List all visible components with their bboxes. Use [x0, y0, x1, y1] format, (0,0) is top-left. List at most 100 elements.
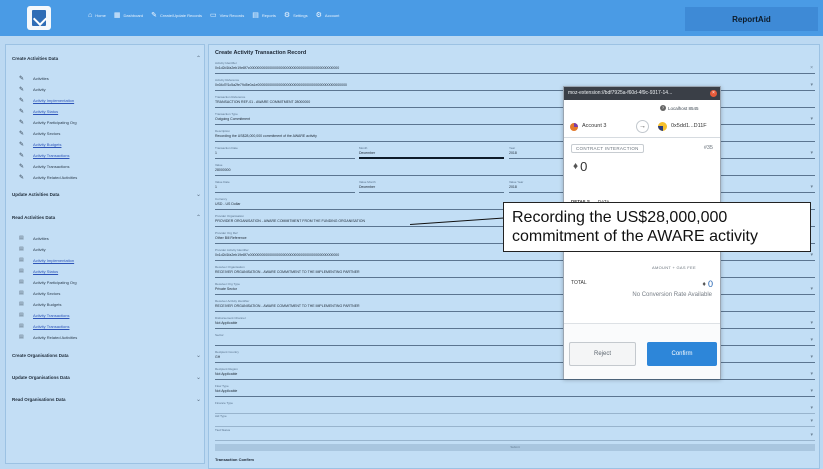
sidebar-item-read-status[interactable]: ▤ Activity Status	[19, 268, 58, 274]
receiver-type-field[interactable]: Receiver Org Type Private Sector ▾	[215, 282, 815, 295]
submit-progress[interactable]: Submit	[215, 444, 815, 451]
chevron-down-icon[interactable]: ▾	[810, 286, 813, 292]
reportaid-button[interactable]: ReportAid	[685, 7, 818, 31]
reports-icon: ▤	[252, 12, 259, 19]
transaction-date-field[interactable]: Transaction Date 1	[215, 146, 355, 159]
tied-status-field[interactable]: Tied Status ▾	[215, 428, 815, 441]
chevron-down-icon[interactable]: ⌄	[196, 396, 201, 403]
chevron-down-icon[interactable]: ▾	[810, 252, 813, 258]
list-icon: ▤	[19, 301, 24, 307]
from-account[interactable]: Account 3	[582, 123, 606, 129]
chevron-down-icon[interactable]: ▾	[810, 405, 813, 411]
nav-item-account[interactable]: ⚙ Account	[316, 11, 340, 19]
chevron-up-icon[interactable]: ⌃	[196, 214, 201, 221]
contract-interaction-row: CONTRACT INTERACTION #35	[571, 144, 713, 155]
sidebar-item-create-sectors[interactable]: ✎ Activity Sectors	[19, 130, 60, 137]
value-month-field[interactable]: Value Month December	[359, 180, 504, 193]
reject-button[interactable]: Reject	[569, 342, 636, 366]
value-date-field[interactable]: Value Date 1	[215, 180, 355, 193]
pencil-icon: ✎	[19, 175, 25, 181]
recipient-country-field[interactable]: Recipient Country GH ▾	[215, 350, 815, 363]
disbursement-field[interactable]: Disbursement Channel Not Applicable ▾	[215, 316, 815, 329]
clear-icon[interactable]: ×	[810, 65, 813, 71]
chevron-down-icon[interactable]: ▾	[810, 337, 813, 343]
confirm-button[interactable]: Confirm	[647, 342, 717, 366]
sidebar-section-create-activities[interactable]: Create Activities Data	[12, 56, 58, 61]
chevron-down-icon[interactable]: ▾	[810, 432, 813, 438]
pencil-icon: ✎	[19, 164, 25, 170]
sidebar-item-create-transactions[interactable]: ✎ Activity Transactions	[19, 152, 69, 159]
sector-field[interactable]: Sector ▾	[215, 333, 815, 346]
sidebar-item-create-activities[interactable]: ✎ Activities	[19, 75, 49, 82]
annotation-line-1: Recording the US$28,000,000	[512, 209, 728, 226]
nav-item-view[interactable]: ▭ View Records	[210, 11, 244, 19]
sidebar-section-update-activities[interactable]: Update Activities Data	[12, 192, 59, 197]
sidebar-item-read-transactions[interactable]: ▤ Activity Transactions	[19, 312, 69, 318]
popup-footer: Reject Confirm	[564, 323, 720, 379]
list-icon: ▤	[19, 290, 24, 296]
pencil-icon: ✎	[19, 153, 25, 159]
chevron-down-icon[interactable]: ▾	[810, 116, 813, 122]
nav-item-settings[interactable]: ⚙ Settings	[284, 11, 308, 19]
sidebar-item-read-participating-org[interactable]: ▤ Activity Participating Org	[19, 279, 77, 285]
list-icon: ▤	[19, 246, 24, 252]
list-icon: ▤	[19, 257, 24, 263]
identifier-field[interactable]: Activity Identifier 0x1d2d1fa2eb19e8f7c0…	[215, 61, 815, 74]
chevron-down-icon[interactable]: ⌄	[196, 352, 201, 359]
transaction-type-field[interactable]: Transaction Type Outgoing Commitment ▾	[215, 112, 815, 125]
flow-type-field[interactable]: Flow Type Not Applicable ▾	[215, 384, 815, 397]
chevron-down-icon[interactable]: ▾	[810, 82, 813, 88]
list-icon: ▤	[19, 334, 24, 340]
value-field[interactable]: Value 28000000	[215, 163, 815, 176]
description-field[interactable]: Description Recording the US$28,000,000 …	[215, 129, 815, 142]
sidebar-item-create-budgets[interactable]: ✎ Activity Budgets	[19, 141, 61, 148]
sidebar-item-create-implementation[interactable]: ✎ Activity Implementation	[19, 97, 74, 104]
chevron-down-icon[interactable]: ▾	[810, 371, 813, 377]
list-icon: ▤	[19, 268, 24, 274]
chevron-up-icon[interactable]: ⌃	[196, 55, 201, 62]
chevron-down-icon[interactable]: ▾	[810, 418, 813, 424]
pencil-icon: ✎	[19, 120, 25, 126]
sidebar-item-read-activity[interactable]: ▤ Activity	[19, 246, 46, 252]
chevron-down-icon[interactable]: ⌄	[196, 191, 201, 198]
to-contract[interactable]: 0x5dd1...D11F	[671, 123, 707, 129]
sidebar-item-read-related[interactable]: ▤ Activity Related Activities	[19, 334, 77, 340]
sidebar-item-read-activities[interactable]: ▤ Activities	[19, 235, 49, 241]
sidebar-section-read-orgs[interactable]: Read Organisations Data	[12, 397, 66, 402]
network-indicator[interactable]: ? Localhost 8545	[660, 105, 699, 111]
recipient-region-field[interactable]: Recipient Region Not Applicable ▾	[215, 367, 815, 380]
chevron-down-icon[interactable]: ⌄	[196, 374, 201, 381]
sidebar-item-read-budgets[interactable]: ▤ Activity Budgets	[19, 301, 61, 307]
chevron-down-icon[interactable]: ▾	[810, 320, 813, 326]
finance-type-field[interactable]: Finance Type ▾	[215, 401, 815, 414]
sidebar-section-update-orgs[interactable]: Update Organisations Data	[12, 375, 70, 380]
receiver-activity-field[interactable]: Receiver Activity Identifier RECEIVER OR…	[215, 299, 815, 312]
receiver-org-field[interactable]: Receiver Organisation RECEIVER ORGANISAT…	[215, 265, 815, 278]
chevron-down-icon[interactable]: ▾	[810, 150, 813, 156]
reference-field[interactable]: Transaction Reference TRANSACTION REF-01…	[215, 95, 815, 108]
sidebar-item-create-transactions-2[interactable]: ✎ Activity Transactions	[19, 163, 69, 170]
sidebar-item-create-participating-org[interactable]: ✎ Activity Participating Org	[19, 119, 77, 126]
sidebar-item-create-related[interactable]: ✎ Activity Related Activities	[19, 174, 77, 181]
chevron-down-icon[interactable]: ▾	[810, 388, 813, 394]
nav-item-create-update[interactable]: ✎ Create/Update Records	[151, 11, 202, 19]
sidebar-item-read-sectors[interactable]: ▤ Activity Sectors	[19, 290, 60, 296]
chevron-down-icon[interactable]: ▾	[810, 184, 813, 190]
close-icon[interactable]: ×	[710, 90, 717, 97]
app-logo[interactable]	[27, 6, 51, 30]
activity-field[interactable]: Activity Reference 0x04d7f1c5a2fe79d5e0a…	[215, 78, 815, 91]
list-icon: ▤	[19, 279, 24, 285]
help-icon: ?	[660, 105, 666, 111]
sidebar-item-read-implementation[interactable]: ▤ Activity Implementation	[19, 257, 74, 263]
month-field[interactable]: Month December	[359, 146, 504, 159]
chevron-down-icon[interactable]: ▾	[810, 354, 813, 360]
sidebar-item-create-status[interactable]: ✎ Activity Status	[19, 108, 58, 115]
aid-type-field[interactable]: Aid Type ▾	[215, 414, 815, 427]
sidebar-section-create-orgs[interactable]: Create Organisations Data	[12, 353, 69, 358]
sidebar-item-create-activity[interactable]: ✎ Activity	[19, 86, 46, 93]
nav-item-reports[interactable]: ▤ Reports	[252, 11, 276, 19]
nav-item-home[interactable]: ⌂ Home	[88, 11, 106, 19]
nav-item-dashboard[interactable]: ▦ Dashboard	[114, 11, 143, 19]
sidebar-item-read-transactions-2[interactable]: ▤ Activity Transactions	[19, 323, 69, 329]
sidebar-section-read-activities[interactable]: Read Activities Data	[12, 215, 55, 220]
